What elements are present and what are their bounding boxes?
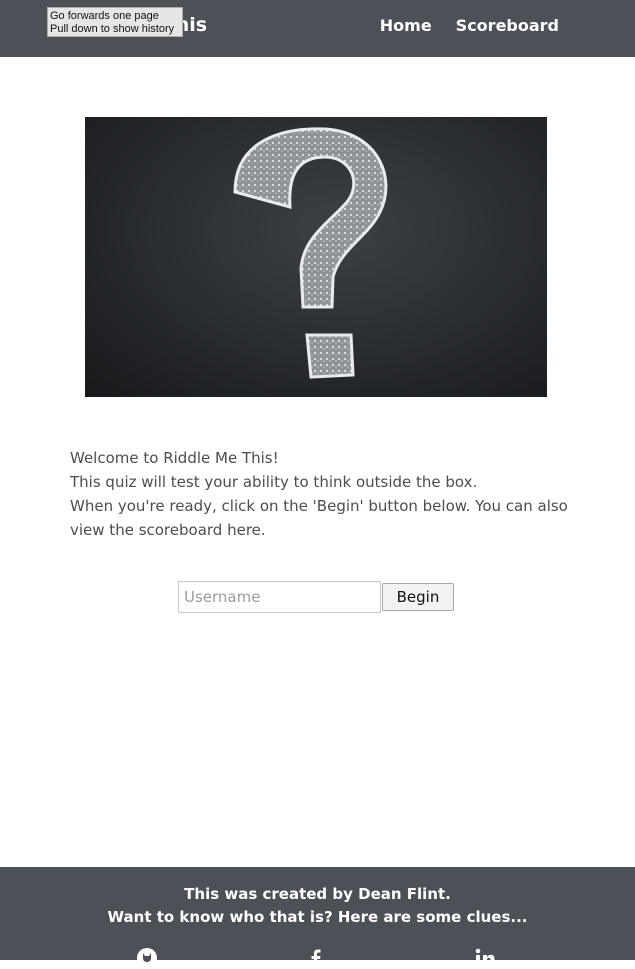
intro-line-3: When you're ready, click on the 'Begin' … [70, 497, 568, 539]
browser-tooltip: Go forwards one page Pull down to show h… [47, 7, 183, 37]
intro-line-1: Welcome to Riddle Me This! [70, 449, 279, 467]
tooltip-line-2: Pull down to show history [50, 23, 175, 35]
username-input[interactable] [178, 581, 381, 613]
intro-line-2: This quiz will test your ability to thin… [70, 473, 478, 491]
question-mark-icon [233, 127, 388, 379]
nav-home-link[interactable]: Home [380, 16, 432, 35]
nav-scoreboard-link[interactable]: Scoreboard [456, 16, 559, 35]
linkedin-icon[interactable] [474, 947, 496, 969]
start-form: Begin [178, 581, 454, 613]
hero-image [85, 117, 547, 397]
facebook-icon[interactable] [305, 947, 327, 969]
nav-links: Home Scoreboard [380, 16, 559, 35]
footer: This was created by Dean Flint. Want to … [0, 867, 635, 969]
footer-credit: This was created by Dean Flint. [184, 885, 451, 903]
begin-button[interactable]: Begin [382, 583, 454, 611]
intro-text: Welcome to Riddle Me This! This quiz wil… [70, 446, 570, 542]
footer-clues: Want to know who that is? Here are some … [107, 908, 528, 926]
tooltip-line-1: Go forwards one page [50, 10, 159, 22]
github-icon[interactable] [136, 947, 158, 969]
